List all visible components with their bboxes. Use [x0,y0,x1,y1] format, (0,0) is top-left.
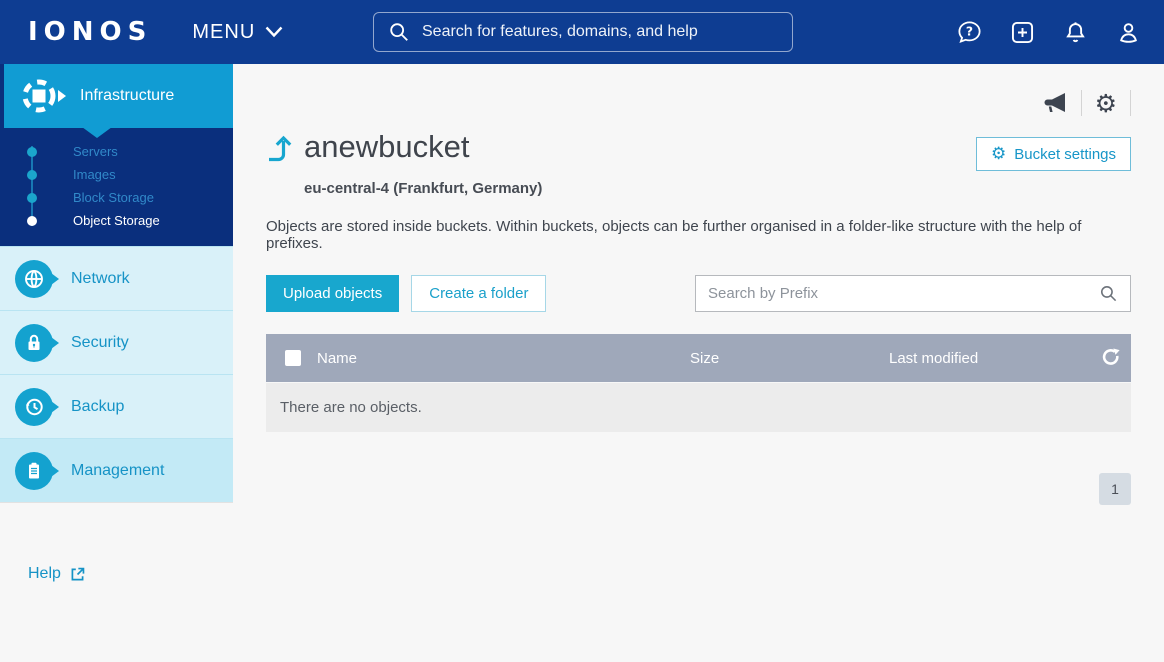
ionos-logo[interactable]: IONOS [28,17,152,47]
bucket-settings-label: Bucket settings [1014,145,1116,163]
sidebar-item-backup[interactable]: Backup [0,374,233,438]
objects-table: Name Size Last modified There are no obj… [266,334,1131,432]
account-user-icon[interactable] [1115,19,1142,46]
topbar-icons: ? [956,0,1142,64]
help-link[interactable]: Help [28,565,86,583]
sidebar-item-management[interactable]: Management [0,438,233,502]
bullet-icon [27,169,37,180]
page-1-button[interactable]: 1 [1099,473,1131,505]
prefix-search-input[interactable] [708,285,1099,302]
content-toolbar: ⚙ [266,90,1131,116]
gear-icon: ⚙ [991,144,1007,164]
global-search[interactable] [373,12,793,52]
notifications-bell-icon[interactable] [1062,19,1089,46]
sidebar-item-label: Infrastructure [80,87,175,104]
infrastructure-submenu: Servers Images Block Storage Object Stor… [0,128,233,246]
submenu-label: Servers [73,144,118,159]
empty-table-row: There are no objects. [266,383,1131,432]
main-content: ⚙ anewbucket ⚙ Bucket settings eu-centra… [233,64,1164,662]
search-icon [1100,285,1117,302]
select-all-checkbox[interactable] [285,350,301,366]
submenu-label: Object Storage [73,213,160,228]
column-header-last-modified[interactable]: Last modified [889,350,1091,367]
settings-gear-icon[interactable]: ⚙ [1095,91,1117,116]
menu-button[interactable]: MENU [192,21,283,44]
submenu-label: Images [73,167,116,182]
network-globe-icon [15,259,59,298]
infrastructure-icon [18,75,66,117]
management-clipboard-icon [15,451,59,490]
bucket-description: Objects are stored inside buckets. Withi… [266,218,1082,252]
top-bar: IONOS MENU ? [0,0,1164,64]
add-product-icon[interactable] [1009,19,1036,46]
sidebar-item-label: Security [71,333,129,351]
sidebar-item-object-storage[interactable]: Object Storage [4,209,233,232]
action-row: Upload objects Create a folder [266,275,1131,312]
empty-message: There are no objects. [280,399,422,416]
refresh-column [1091,347,1131,369]
create-folder-button[interactable]: Create a folder [411,275,547,312]
refresh-icon[interactable] [1100,347,1122,369]
separator [1080,90,1082,116]
bullet-icon [27,192,37,203]
column-header-size[interactable]: Size [690,350,889,367]
help-bubble-icon[interactable]: ? [956,19,983,46]
sidebar-item-network[interactable]: Network [0,246,233,310]
menu-label: MENU [192,20,256,43]
sidebar-item-label: Management [71,461,165,479]
svg-text:?: ? [966,24,973,38]
active-section-notch [82,127,112,138]
bullet-icon [27,215,37,226]
announcements-megaphone-icon[interactable] [1042,91,1068,115]
prefix-search[interactable] [695,275,1131,312]
sidebar-item-block-storage[interactable]: Block Storage [4,186,233,209]
bullet-icon [27,146,37,157]
sidebar-footer: Help [0,502,233,662]
submenu-label: Block Storage [73,190,154,205]
column-header-name[interactable]: Name [317,350,690,367]
table-header-row: Name Size Last modified [266,334,1131,382]
search-icon [390,23,408,41]
sidebar-item-servers[interactable]: Servers [4,140,233,163]
page-title: anewbucket [304,129,470,164]
chevron-down-icon [265,26,283,38]
bucket-region: eu-central-4 (Frankfurt, Germany) [304,180,543,197]
sidebar: Infrastructure Servers Images Block Stor… [0,64,233,662]
sidebar-item-label: Backup [71,397,125,415]
sidebar-item-images[interactable]: Images [4,163,233,186]
help-label: Help [28,565,61,582]
title-row: anewbucket ⚙ Bucket settings [266,129,1131,171]
sidebar-item-label: Network [71,269,130,287]
backup-clock-icon [15,387,59,426]
separator [1130,90,1131,116]
global-search-input[interactable] [422,23,778,41]
sidebar-item-security[interactable]: Security [0,310,233,374]
pagination: 1 [266,473,1131,505]
upload-objects-button[interactable]: Upload objects [266,275,400,312]
sidebar-item-infrastructure[interactable]: Infrastructure [0,64,233,138]
bucket-settings-button[interactable]: ⚙ Bucket settings [976,137,1131,171]
external-link-icon [71,567,85,580]
back-up-arrow-icon[interactable] [266,135,293,162]
security-lock-icon [15,323,59,362]
